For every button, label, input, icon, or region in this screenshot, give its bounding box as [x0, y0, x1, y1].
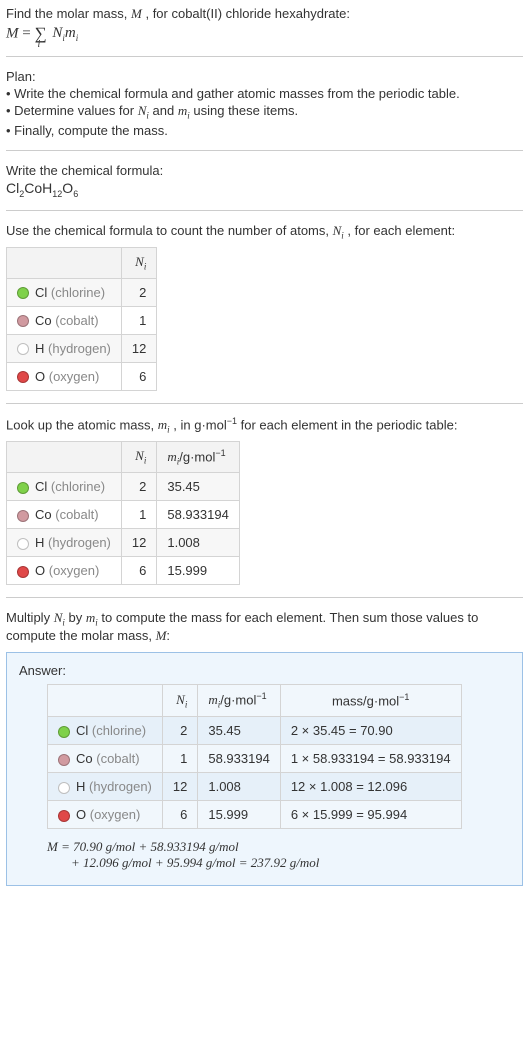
separator [6, 597, 523, 598]
table-row: Co (cobalt) 1 58.933194 [7, 501, 240, 529]
count-Ni: Ni [333, 223, 344, 238]
table-row: Co (cobalt) 1 58.933194 1 × 58.933194 = … [48, 744, 462, 772]
plan2-Ni: Ni [138, 103, 149, 118]
plan2-a: • Determine values for [6, 103, 138, 118]
element-dot-icon [17, 510, 29, 522]
element-dot-icon [58, 782, 70, 794]
element-dot-icon [17, 315, 29, 327]
mass-mi: mi [158, 417, 170, 432]
element-dot-icon [17, 566, 29, 578]
table-row: O (oxygen) 6 15.999 [7, 557, 240, 585]
mass-sup: −1 [227, 416, 237, 426]
element-dot-icon [17, 482, 29, 494]
table-row: Co (cobalt) 1 [7, 306, 157, 334]
table-row: H (hydrogen) 12 1.008 12 × 1.008 = 12.09… [48, 772, 462, 800]
sigma-symbol: ∑ [34, 24, 46, 43]
mass-text-c: for each element in the periodic table: [241, 417, 458, 432]
intro-var-M: M [131, 6, 142, 21]
sum-m: m [65, 25, 76, 41]
separator [6, 150, 523, 151]
count-line: Use the chemical formula to count the nu… [6, 223, 523, 241]
element-dot-icon [17, 287, 29, 299]
intro-line: Find the molar mass, M , for cobalt(II) … [6, 6, 523, 22]
mass-text-a: Look up the atomic mass, [6, 417, 158, 432]
separator [6, 403, 523, 404]
table-row: H (hydrogen) 12 1.008 [7, 529, 240, 557]
chem-formula: Cl2CoH12O6 [6, 180, 523, 199]
table-row: Cl (chlorine) 2 [7, 278, 157, 306]
mass-line: Look up the atomic mass, mi , in g·mol−1… [6, 416, 523, 435]
plan-title: Plan: [6, 69, 523, 84]
table-row: Cl (chlorine) 2 35.45 [7, 473, 240, 501]
plan2-mi: mi [178, 103, 190, 118]
sum-formula: M = ∑ i Nimi [6, 24, 523, 44]
final-formula-line-2: + 12.096 g/mol + 95.994 g/mol = 237.92 g… [19, 855, 510, 871]
element-dot-icon [58, 810, 70, 822]
mass-table: Ni mi/g·mol−1 Cl (chlorine) 2 35.45 Co (… [6, 441, 240, 586]
intro-text-2: , for cobalt(II) chloride hexahydrate: [145, 6, 350, 21]
element-dot-icon [58, 726, 70, 738]
answer-title: Answer: [19, 663, 510, 678]
plan-step-2: • Determine values for Ni and mi using t… [6, 103, 523, 121]
sigma-index: i [37, 39, 40, 50]
element-dot-icon [17, 371, 29, 383]
final-formula-line-1: M = 70.90 g/mol + 58.933194 g/mol [19, 839, 510, 855]
count-text-a: Use the chemical formula to count the nu… [6, 223, 333, 238]
sum-N: N [52, 25, 62, 41]
plan2-c: using these items. [193, 103, 298, 118]
element-dot-icon [17, 538, 29, 550]
element-dot-icon [17, 343, 29, 355]
separator [6, 210, 523, 211]
count-text-b: , for each element: [347, 223, 455, 238]
intro-text-1: Find the molar mass, [6, 6, 131, 21]
answer-box: Answer: Ni mi/g·mol−1 mass/g·mol−1 Cl (c… [6, 652, 523, 886]
sum-M: M [6, 25, 19, 41]
plan2-b: and [153, 103, 178, 118]
answer-table: Ni mi/g·mol−1 mass/g·mol−1 Cl (chlorine)… [47, 684, 462, 829]
table-row: O (oxygen) 6 [7, 362, 157, 390]
multiply-line: Multiply Ni by mi to compute the mass fo… [6, 610, 523, 644]
table-row: Cl (chlorine) 2 35.45 2 × 35.45 = 70.90 [48, 716, 462, 744]
plan-step-3: • Finally, compute the mass. [6, 123, 523, 138]
element-dot-icon [58, 754, 70, 766]
plan-step-1: • Write the chemical formula and gather … [6, 86, 523, 101]
mass-text-b: , in g·mol [173, 417, 226, 432]
chem-formula-title: Write the chemical formula: [6, 163, 523, 178]
table-row: H (hydrogen) 12 [7, 334, 157, 362]
table-row: O (oxygen) 6 15.999 6 × 15.999 = 95.994 [48, 800, 462, 828]
count-table: Ni Cl (chlorine) 2 Co (cobalt) 1 H (hydr… [6, 247, 157, 391]
sum-m-i: i [76, 33, 79, 43]
sum-eq: = [22, 25, 34, 41]
separator [6, 56, 523, 57]
